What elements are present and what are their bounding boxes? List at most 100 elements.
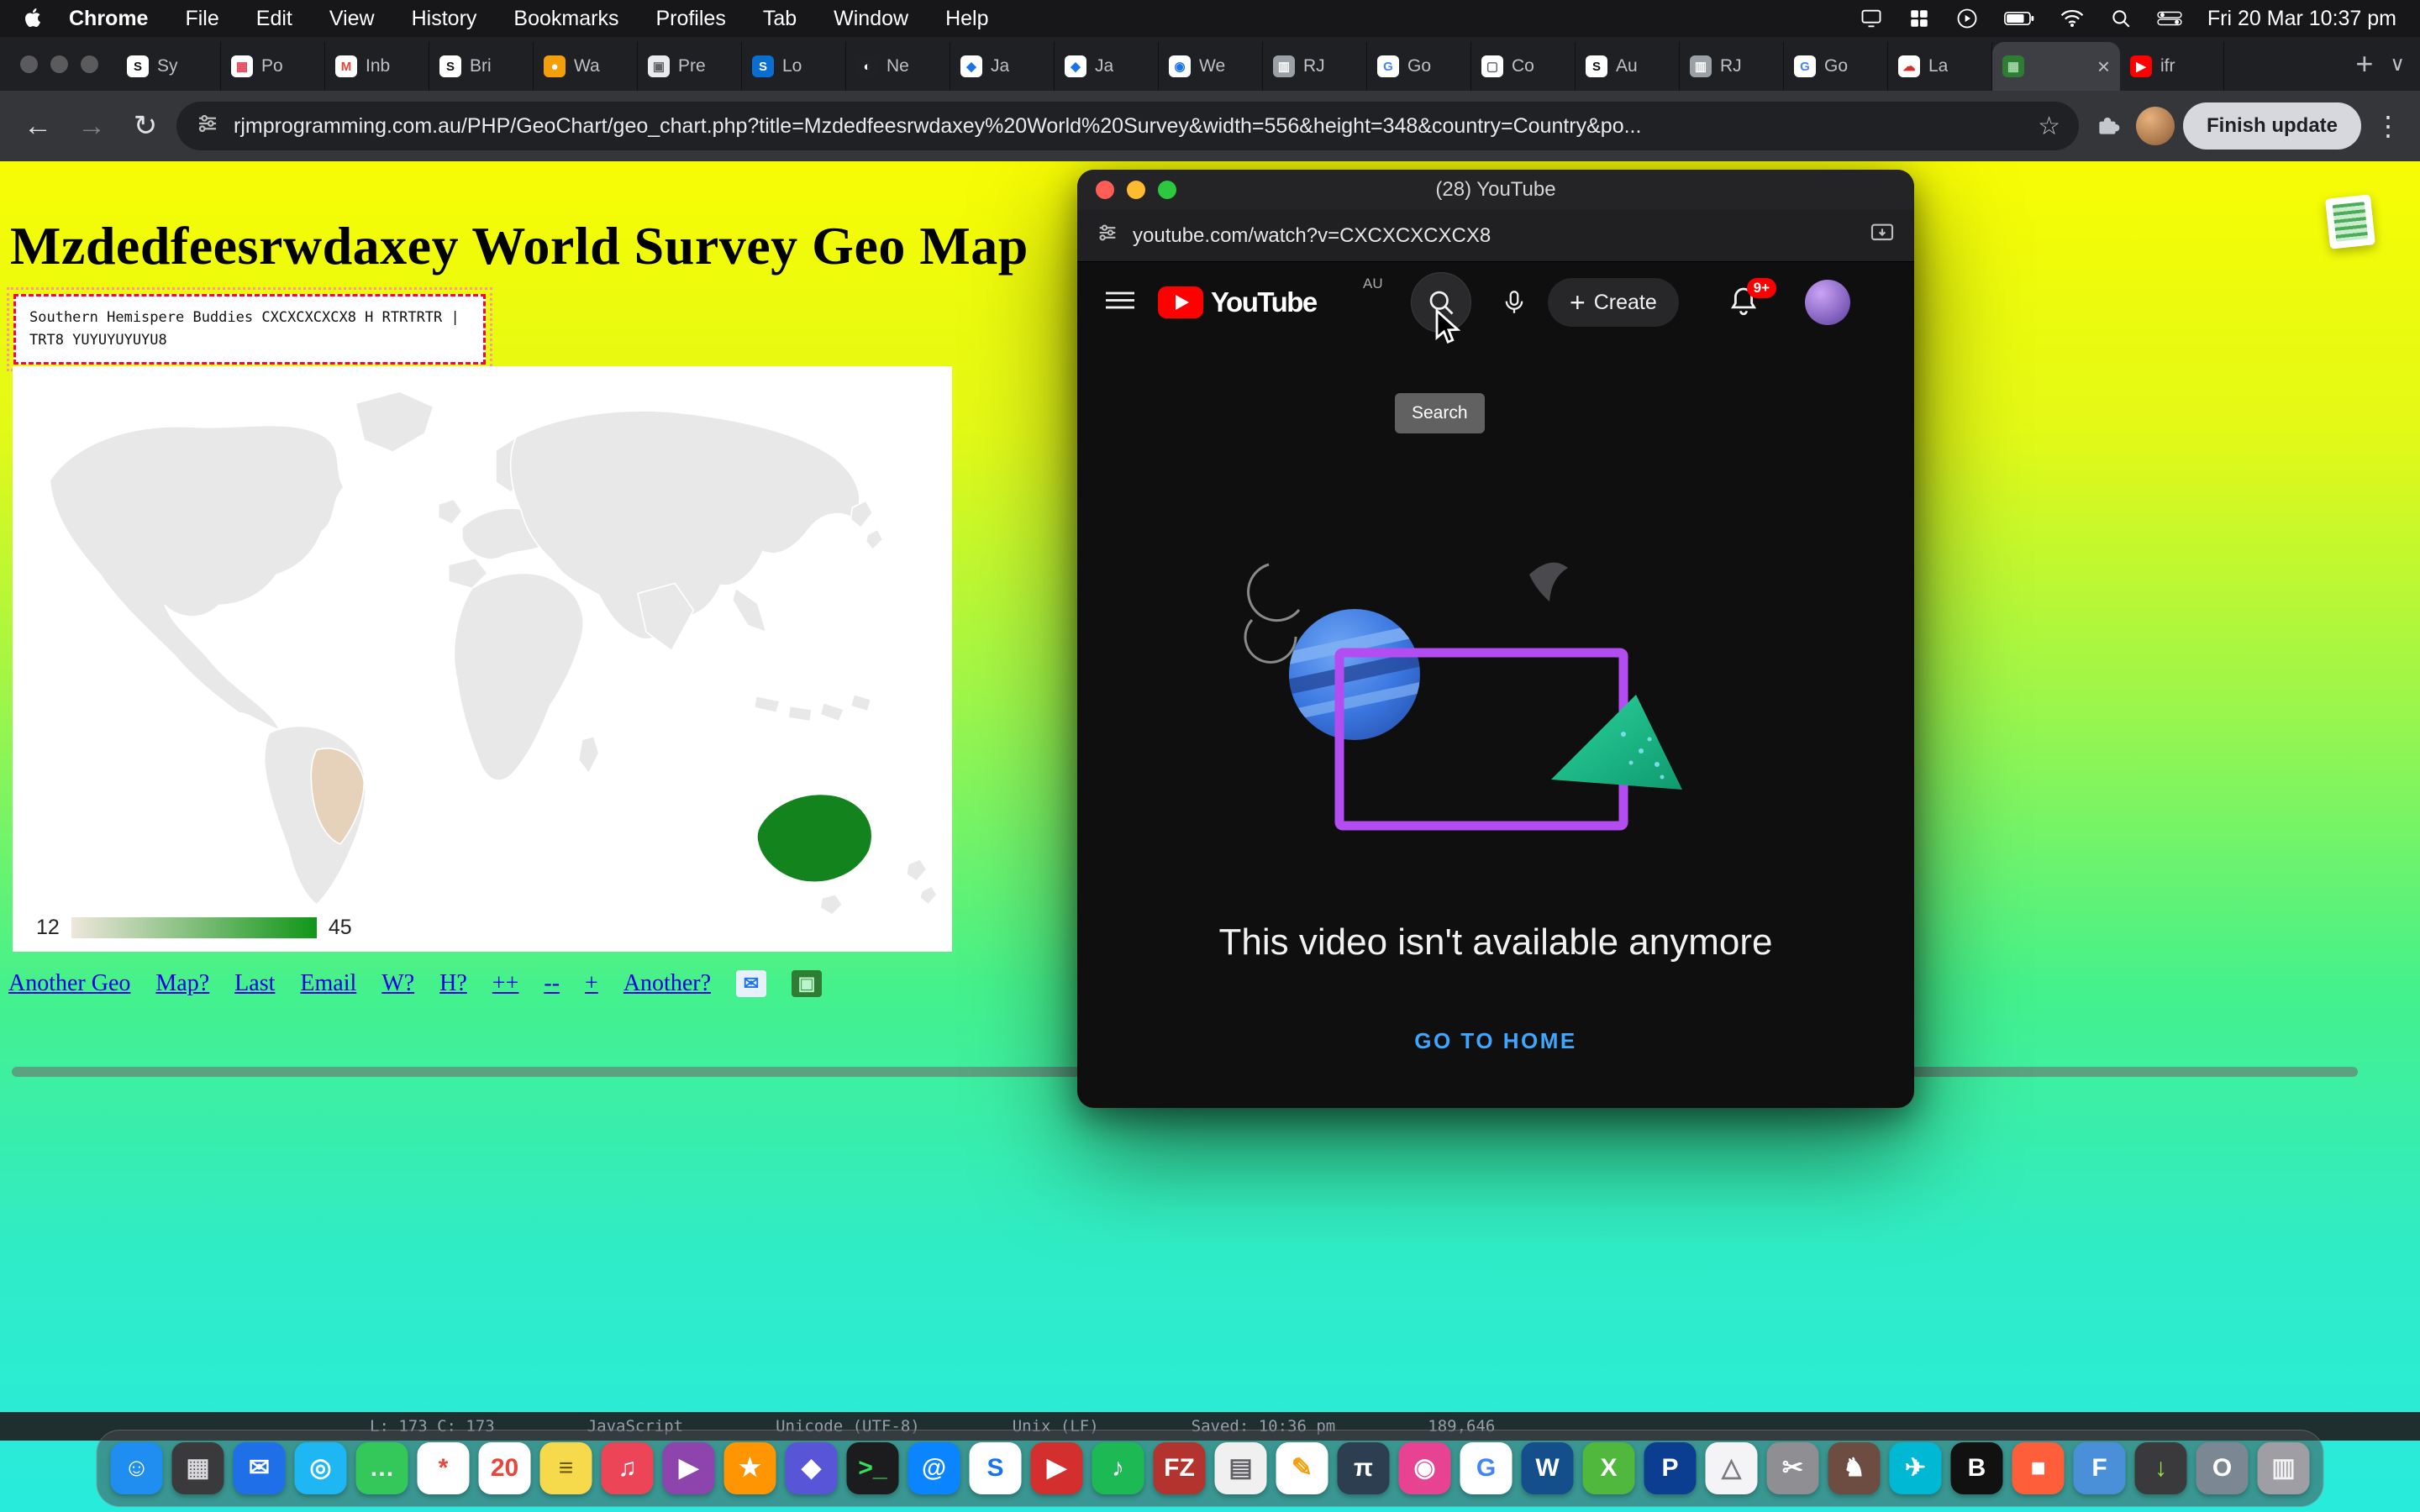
dock-icon-28[interactable]: ♞ (1828, 1442, 1881, 1494)
browser-tab[interactable]: SLo (742, 42, 846, 91)
page-link-2[interactable]: Last (234, 970, 275, 997)
dock-icon-30[interactable]: B (1951, 1442, 2003, 1494)
youtube-avatar[interactable] (1805, 280, 1850, 325)
display-icon[interactable] (1860, 7, 1883, 30)
browser-tab[interactable]: SAu (1576, 42, 1680, 91)
finish-update-button[interactable]: Finish update (2183, 102, 2361, 150)
dock-icon-11[interactable]: ◆ (786, 1442, 838, 1494)
dock-icon-29[interactable]: ✈ (1890, 1442, 1942, 1494)
dock-icon-4[interactable]: … (356, 1442, 408, 1494)
browser-tab[interactable]: ☁La (1888, 42, 1992, 91)
page-link-4[interactable]: W? (381, 970, 414, 997)
browser-tab[interactable]: ◆Ja (950, 42, 1055, 91)
play-icon[interactable] (1955, 7, 1979, 30)
country-new-zealand-north[interactable] (907, 859, 927, 881)
page-link-3[interactable]: Email (300, 970, 356, 997)
menu-bar-clock[interactable]: Fri 20 Mar 10:37 pm (2207, 7, 2396, 31)
dock-icon-0[interactable]: ☺ (111, 1442, 163, 1494)
tab-search-chevron-icon[interactable]: ∨ (2390, 52, 2405, 76)
youtube-address-bar[interactable]: youtube.com/watch?v=CXCXCXCXCX8 (1077, 210, 1914, 262)
menu-item-bookmarks[interactable]: Bookmarks (495, 7, 637, 31)
dock-icon-14[interactable]: S (970, 1442, 1022, 1494)
menu-item-history[interactable]: History (393, 7, 496, 31)
profile-avatar[interactable] (2136, 107, 2175, 145)
url-text[interactable]: rjmprogramming.com.au/PHP/GeoChart/geo_c… (234, 114, 2024, 139)
country-uk[interactable] (439, 499, 462, 524)
dock-icon-17[interactable]: FZ (1154, 1442, 1206, 1494)
browser-tab[interactable]: ◆Ja (1055, 42, 1159, 91)
region-indonesia-4[interactable] (850, 695, 871, 711)
dock-icon-8[interactable]: ♫ (602, 1442, 654, 1494)
country-australia[interactable] (757, 795, 872, 883)
dock-icon-19[interactable]: ✎ (1276, 1442, 1328, 1494)
dock-icon-6[interactable]: 20 (479, 1442, 531, 1494)
grid-icon[interactable] (1908, 8, 1930, 29)
dock-icon-2[interactable]: ✉ (234, 1442, 286, 1494)
browser-tab[interactable]: SBri (429, 42, 534, 91)
close-window-button[interactable] (1096, 181, 1114, 199)
dock-icon-33[interactable]: ↓ (2135, 1442, 2187, 1494)
dock-icon-12[interactable]: >_ (847, 1442, 899, 1494)
menu-item-tab[interactable]: Tab (744, 7, 815, 31)
youtube-titlebar[interactable]: (28) YouTube (1077, 170, 1914, 210)
dock-icon-26[interactable]: △ (1706, 1442, 1758, 1494)
browser-tab[interactable]: ▥RJ (1263, 42, 1367, 91)
minimize-window-button[interactable] (1127, 181, 1145, 199)
region-tasmania[interactable] (820, 895, 842, 915)
screen-icon[interactable]: ▣ (792, 970, 822, 997)
save-page-icon[interactable] (1869, 219, 1896, 252)
dock-icon-23[interactable]: W (1522, 1442, 1574, 1494)
dock-icon-18[interactable]: ▤ (1215, 1442, 1267, 1494)
dock-icon-31[interactable]: ■ (2012, 1442, 2065, 1494)
site-settings-icon[interactable] (195, 111, 220, 142)
page-link-6[interactable]: ++ (492, 970, 519, 997)
menu-item-edit[interactable]: Edit (238, 7, 311, 31)
page-link-1[interactable]: Map? (155, 970, 209, 997)
forward-button[interactable]: → (69, 103, 114, 149)
tab-close-icon[interactable]: × (2097, 54, 2110, 80)
country-japan-south[interactable] (865, 529, 882, 549)
reload-button[interactable]: ↻ (123, 103, 168, 149)
site-settings-icon[interactable] (1096, 221, 1119, 250)
zoom-window-button[interactable] (81, 55, 98, 73)
browser-tab[interactable]: SSy (117, 42, 221, 91)
youtube-logo[interactable]: YouTube (1158, 286, 1317, 318)
address-bar[interactable]: rjmprogramming.com.au/PHP/GeoChart/geo_c… (176, 102, 2079, 150)
browser-tab[interactable]: GGo (1367, 42, 1471, 91)
browser-tab[interactable]: ▣Pre (638, 42, 742, 91)
dock-icon-27[interactable]: ✂ (1767, 1442, 1819, 1494)
dock-icon-24[interactable]: X (1583, 1442, 1635, 1494)
browser-tab[interactable]: ◐Ne (846, 42, 950, 91)
dock-icon-5[interactable]: * (418, 1442, 470, 1494)
dock-icon-22[interactable]: G (1460, 1442, 1512, 1494)
battery-icon[interactable] (2004, 11, 2034, 26)
menu-item-window[interactable]: Window (815, 7, 927, 31)
browser-tab[interactable]: ◉We (1159, 42, 1263, 91)
back-button[interactable]: ← (15, 103, 60, 149)
dock-icon-35[interactable]: ▥ (2258, 1442, 2310, 1494)
region-se-asia[interactable] (733, 588, 766, 632)
country-greenland[interactable] (355, 391, 433, 452)
dock-icon-25[interactable]: P (1644, 1442, 1697, 1494)
dock-icon-32[interactable]: F (2074, 1442, 2126, 1494)
wifi-icon[interactable] (2060, 8, 2085, 29)
dock-icon-13[interactable]: @ (908, 1442, 960, 1494)
country-madagascar[interactable] (579, 737, 599, 774)
region-indonesia-3[interactable] (820, 703, 844, 722)
dock-icon-3[interactable]: ◎ (295, 1442, 347, 1494)
continent-africa[interactable] (454, 573, 583, 780)
browser-tab[interactable]: MInb (325, 42, 429, 91)
dock-icon-10[interactable]: ★ (724, 1442, 776, 1494)
zoom-window-button[interactable] (1158, 181, 1176, 199)
menu-item-profiles[interactable]: Profiles (637, 7, 744, 31)
country-new-zealand-south[interactable] (920, 886, 937, 905)
close-window-button[interactable] (20, 55, 38, 73)
browser-tab[interactable]: ●Wa (534, 42, 638, 91)
new-tab-button[interactable]: + (2355, 46, 2373, 81)
menu-item-help[interactable]: Help (927, 7, 1007, 31)
create-button[interactable]: + Create (1548, 278, 1679, 327)
email-icon[interactable]: ✉ (736, 970, 766, 997)
voice-search-icon[interactable] (1487, 276, 1541, 329)
dock-icon-34[interactable]: O (2196, 1442, 2249, 1494)
dock-icon-1[interactable]: ▦ (172, 1442, 224, 1494)
